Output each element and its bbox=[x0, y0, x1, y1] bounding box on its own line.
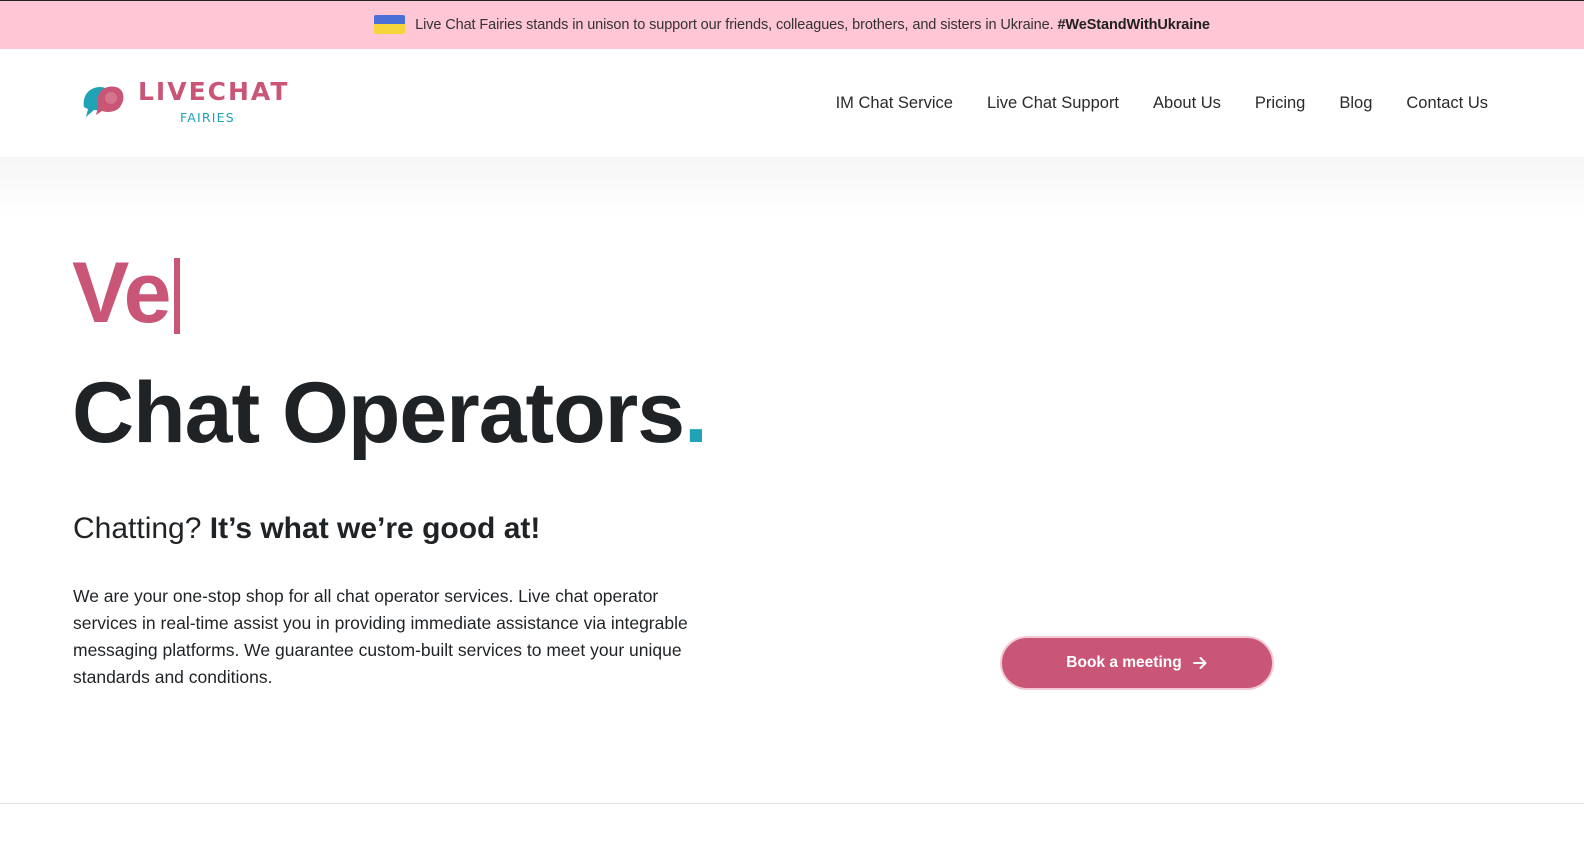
site-logo[interactable]: LIVECHAT FAIRIES bbox=[80, 77, 290, 129]
hero-top-gradient bbox=[0, 157, 1584, 217]
headline-text: Chat Operators bbox=[72, 365, 685, 461]
hero-headline: Chat Operators. bbox=[72, 370, 708, 456]
main-nav: IM Chat Service Live Chat Support About … bbox=[836, 49, 1488, 157]
tagline-light: Chatting? bbox=[73, 512, 202, 545]
typed-text: Ve bbox=[72, 245, 171, 341]
nav-blog[interactable]: Blog bbox=[1339, 94, 1372, 113]
site-header: LIVECHAT FAIRIES IM Chat Service Live Ch… bbox=[0, 49, 1584, 157]
arrow-right-icon bbox=[1192, 657, 1207, 669]
nav-about-us[interactable]: About Us bbox=[1153, 94, 1221, 113]
nav-im-chat-service[interactable]: IM Chat Service bbox=[836, 94, 953, 113]
nav-live-chat-support[interactable]: Live Chat Support bbox=[987, 94, 1119, 113]
hero-tagline: Chatting? It’s what we’re good at! bbox=[73, 512, 540, 546]
tagline-strong: It’s what we’re good at! bbox=[209, 512, 541, 545]
chat-bubbles-logo-icon bbox=[83, 86, 124, 117]
nav-pricing[interactable]: Pricing bbox=[1255, 94, 1305, 113]
ukraine-flag-icon bbox=[374, 14, 406, 34]
banner-message: Live Chat Fairies stands in unison to su… bbox=[415, 17, 1054, 33]
banner-text: Live Chat Fairies stands in unison to su… bbox=[415, 17, 1210, 33]
ukraine-support-banner: Live Chat Fairies stands in unison to su… bbox=[0, 0, 1584, 49]
book-meeting-label: Book a meeting bbox=[1066, 654, 1182, 671]
typed-headline: Ve bbox=[72, 250, 181, 336]
logo-subtitle: FAIRIES bbox=[180, 110, 235, 125]
book-meeting-button[interactable]: Book a meeting bbox=[1000, 636, 1274, 690]
nav-contact-us[interactable]: Contact Us bbox=[1406, 94, 1488, 113]
section-divider bbox=[0, 803, 1584, 804]
hero-description: We are your one-stop shop for all chat o… bbox=[73, 586, 688, 687]
typing-caret bbox=[174, 258, 181, 334]
headline-dot: . bbox=[684, 365, 708, 461]
logo-wordmark: LIVECHAT bbox=[138, 77, 290, 106]
banner-hashtag: #WeStandWithUkraine bbox=[1057, 17, 1210, 33]
